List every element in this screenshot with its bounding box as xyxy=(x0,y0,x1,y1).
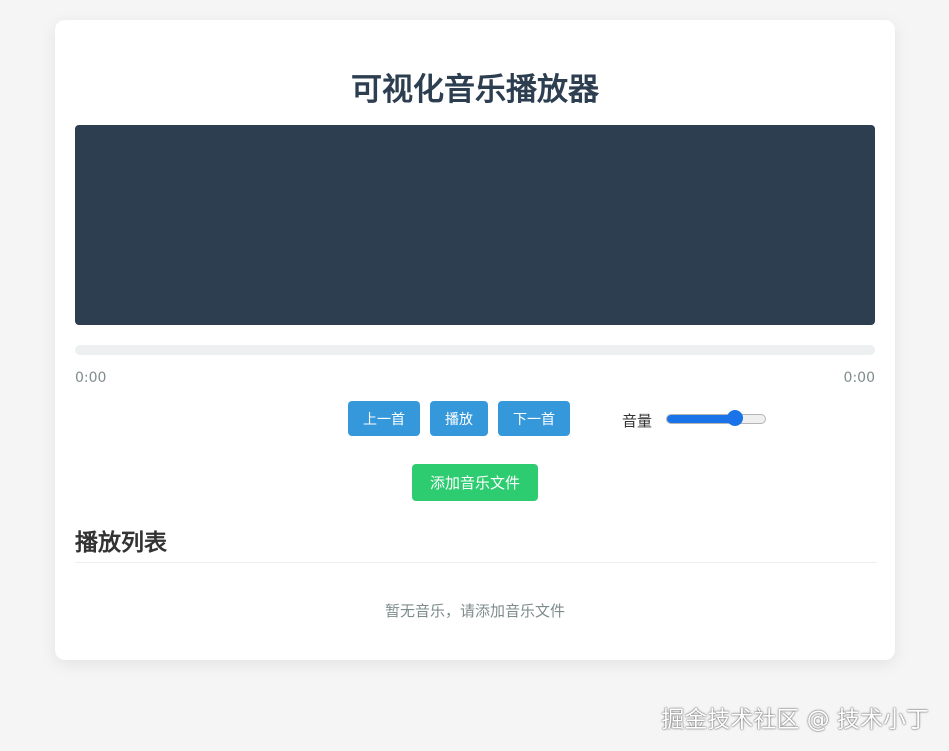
previous-button[interactable]: 上一首 xyxy=(348,401,420,436)
playlist-heading: 播放列表 xyxy=(75,530,167,556)
play-button[interactable]: 播放 xyxy=(430,401,488,436)
volume-label: 音量 xyxy=(622,412,653,430)
playlist-divider xyxy=(75,562,877,563)
next-button[interactable]: 下一首 xyxy=(498,401,570,436)
volume-track xyxy=(666,414,766,424)
total-time: 0:00 xyxy=(843,370,875,386)
volume-slider[interactable] xyxy=(666,410,766,426)
progress-bar[interactable] xyxy=(75,345,875,355)
current-time: 0:00 xyxy=(75,370,107,386)
volume-fill xyxy=(667,415,736,423)
visualizer-canvas xyxy=(75,125,875,325)
page-title: 可视化音乐播放器 xyxy=(351,72,599,108)
add-music-button[interactable]: 添加音乐文件 xyxy=(412,464,538,501)
player-card: 可视化音乐播放器 0:00 0:00 上一首 播放 下一首 音量 添加音乐文件 … xyxy=(55,20,895,660)
watermark: 掘金技术社区 @ 技术小丁 xyxy=(661,707,929,733)
volume-thumb[interactable] xyxy=(726,410,743,426)
playlist-empty-message: 暂无音乐，请添加音乐文件 xyxy=(384,602,565,620)
